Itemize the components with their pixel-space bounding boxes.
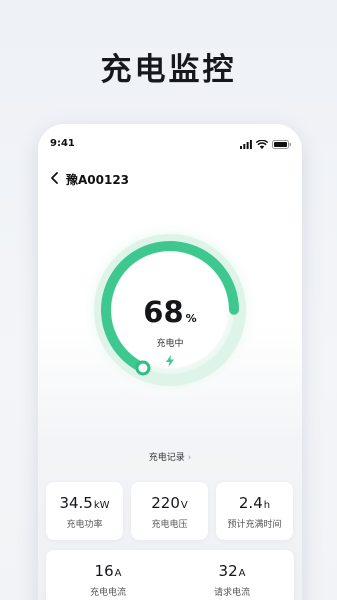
stat-number: 220 (151, 494, 180, 512)
nav-title: 豫A00123 (66, 173, 130, 187)
status-time: 9:41 (50, 138, 75, 149)
stat-unit: kW (93, 500, 110, 511)
stat-value: 2.4h (216, 494, 293, 512)
stat-value: 32A (170, 562, 294, 580)
stat-item-charge-current: 16A 充电电流 (46, 550, 170, 600)
stat-card-current: 16A 充电电流 32A 请求电流 (46, 550, 294, 600)
stat-number: 16 (94, 562, 114, 580)
stat-number: 32 (218, 562, 238, 580)
stat-value: 16A (46, 562, 170, 580)
battery-icon (272, 140, 291, 149)
stat-number: 2.4 (238, 494, 263, 512)
wifi-icon (256, 140, 268, 149)
stat-value: 34.5kW (46, 494, 123, 512)
charge-percent-unit: % (185, 312, 197, 325)
stat-unit: A (238, 568, 246, 579)
page-headline: 充电监控 (100, 52, 237, 88)
stat-number: 34.5 (59, 494, 93, 512)
stat-unit: V (180, 500, 188, 511)
stat-label: 充电电流 (89, 588, 126, 598)
stat-unit: h (263, 500, 271, 511)
stat-label: 预计充满时间 (227, 520, 282, 530)
stat-label: 充电电压 (151, 520, 188, 530)
stat-value: 220V (131, 494, 208, 512)
stat-card-voltage: 220V 充电电压 (131, 482, 208, 540)
stat-unit: A (114, 568, 122, 579)
charge-percent: 68% (38, 295, 302, 329)
nav-bar: 豫A00123 (38, 168, 302, 190)
signal-icon (240, 140, 252, 149)
chevron-right-icon: › (187, 453, 192, 463)
charge-status: 充电中 (156, 339, 184, 349)
back-icon[interactable] (48, 171, 62, 185)
stat-label: 充电功率 (66, 520, 103, 530)
charge-record-label: 充电记录 (148, 453, 185, 463)
phone-mockup: 9:41 豫A00123 68 % 充电中 充电记录 › 34.5kW 充电功率… (38, 124, 302, 600)
stat-item-request-current: 32A 请求电流 (170, 550, 294, 600)
stat-card-eta: 2.4h 预计充满时间 (216, 482, 293, 540)
bolt-icon (166, 355, 174, 367)
status-bar: 9:41 (38, 138, 302, 152)
charge-record-link[interactable]: 充电记录 › (38, 450, 302, 463)
charge-percent-value: 68 (143, 295, 184, 329)
stat-label: 请求电流 (213, 588, 250, 598)
gauge-progress-knob (135, 360, 151, 376)
stat-card-power: 34.5kW 充电功率 (46, 482, 123, 540)
